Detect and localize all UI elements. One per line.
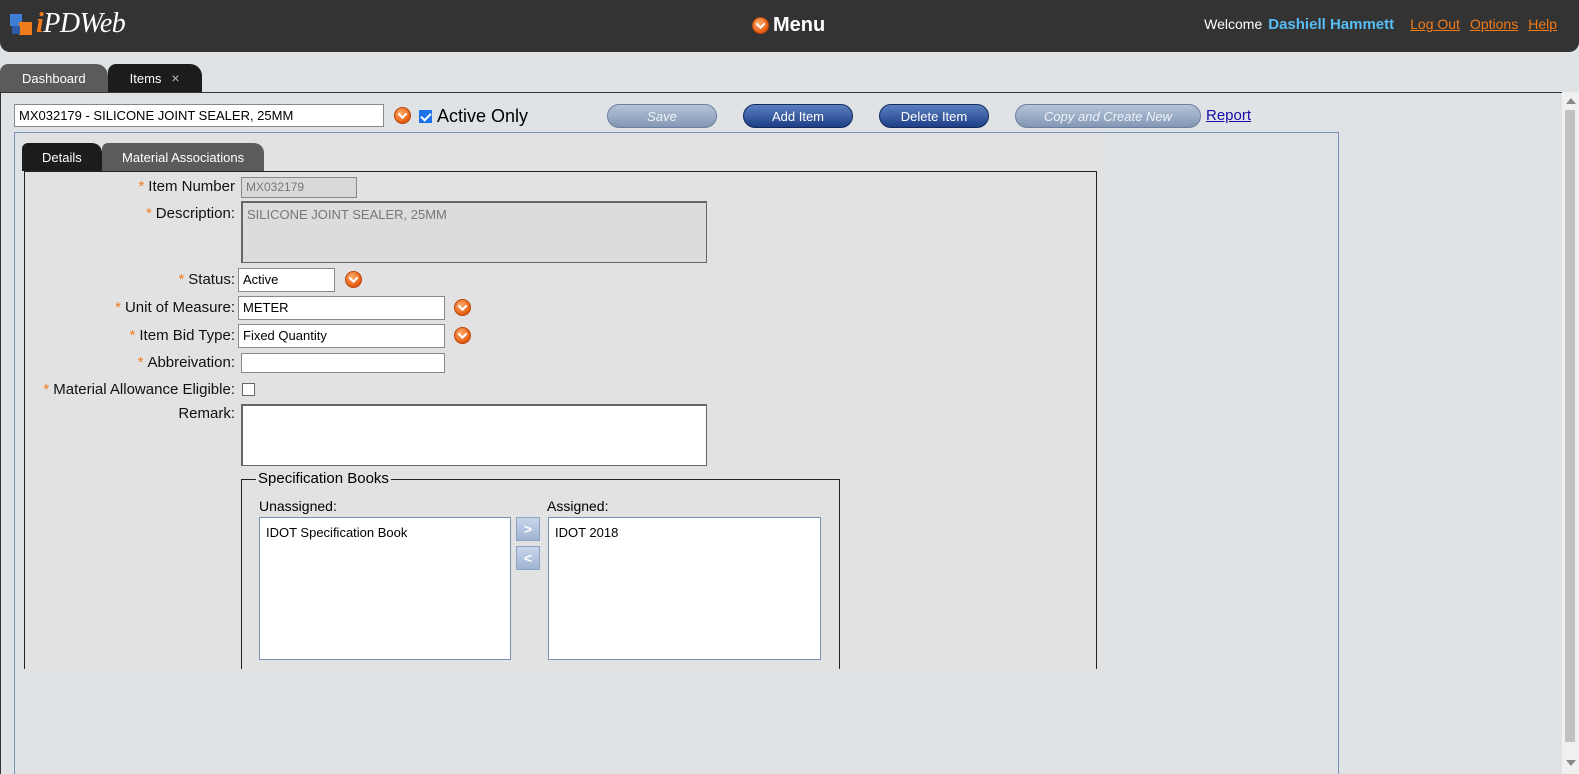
arrow-right-icon: > [523,521,533,537]
scroll-up-icon[interactable] [1566,98,1576,104]
tab-material-associations[interactable]: Material Associations [102,143,265,171]
specification-books-legend: Specification Books [256,470,391,487]
report-link[interactable]: Report [1206,107,1251,124]
move-right-button[interactable]: > [516,517,540,541]
delete-item-button[interactable]: Delete Item [879,104,989,128]
ipdweb-logo: iPDWeb [10,8,126,40]
list-item[interactable]: IDOT 2018 [549,518,820,547]
save-button[interactable]: Save [607,104,717,128]
assigned-listbox[interactable]: IDOT 2018 [548,517,821,660]
unit-of-measure-dropdown-icon[interactable] [454,299,471,316]
chevron-down-icon [752,17,769,34]
item-number-label: * Item Number [138,178,235,195]
item-bid-type-dropdown-icon[interactable] [454,327,471,344]
arrow-left-icon: < [523,550,533,566]
copy-create-new-button[interactable]: Copy and Create New [1015,104,1201,128]
help-link[interactable]: Help [1528,16,1557,32]
active-only-checkbox[interactable] [419,110,432,123]
user-name: Dashiell Hammett [1268,16,1395,33]
welcome-text: Welcome [1204,16,1263,32]
unassigned-label: Unassigned: [259,498,337,514]
vertical-scrollbar[interactable] [1562,92,1579,774]
abbreviation-input[interactable] [241,353,445,373]
logo-icon [10,12,34,36]
description-textarea: SILICONE JOINT SEALER, 25MM [241,201,707,263]
unit-of-measure-select[interactable]: METER [238,296,445,320]
user-bar: Welcome Dashiell Hammett Log Out Options… [1204,16,1557,33]
app-tab-strip: Dashboard Items × [0,64,202,92]
scroll-thumb[interactable] [1565,110,1575,742]
unassigned-listbox[interactable]: IDOT Specification Book [259,517,511,660]
top-header: iPDWeb Menu Welcome Dashiell Hammett Log… [0,0,1579,52]
status-select[interactable]: Active [238,268,335,292]
main-menu-button[interactable]: Menu [752,14,825,37]
logout-link[interactable]: Log Out [1410,16,1460,32]
remark-label: Remark: [178,405,235,422]
options-link[interactable]: Options [1470,16,1518,32]
list-item[interactable]: IDOT Specification Book [260,518,510,547]
scroll-down-icon[interactable] [1566,760,1576,766]
active-only-label: Active Only [437,106,529,126]
unit-of-measure-label: * Unit of Measure: [115,299,235,316]
move-left-button[interactable]: < [516,546,540,570]
remark-textarea[interactable] [241,404,707,466]
status-dropdown-icon[interactable] [345,271,362,288]
status-label: * Status: [178,271,235,288]
tab-details[interactable]: Details [22,143,102,171]
add-item-button[interactable]: Add Item [743,104,853,128]
menu-label: Menu [773,14,826,36]
item-number-field: MX032179 [241,177,357,198]
close-tab-icon[interactable]: × [171,70,179,86]
abbreviation-label: * Abbreivation: [137,354,235,371]
active-only-toggle[interactable]: Active Only [419,106,528,127]
assigned-label: Assigned: [547,498,609,514]
item-selector-dropdown-icon[interactable] [394,107,411,124]
item-selector-input[interactable]: MX032179 - SILICONE JOINT SEALER, 25MM [14,104,384,127]
tab-dashboard[interactable]: Dashboard [0,64,108,92]
description-label: * Description: [145,205,235,222]
material-allowance-label: * Material Allowance Eligible: [43,381,235,398]
material-allowance-checkbox[interactable] [242,383,255,396]
item-bid-type-select[interactable]: Fixed Quantity [238,324,445,348]
tab-items[interactable]: Items × [107,64,202,92]
item-bid-type-label: * Item Bid Type: [129,327,235,344]
